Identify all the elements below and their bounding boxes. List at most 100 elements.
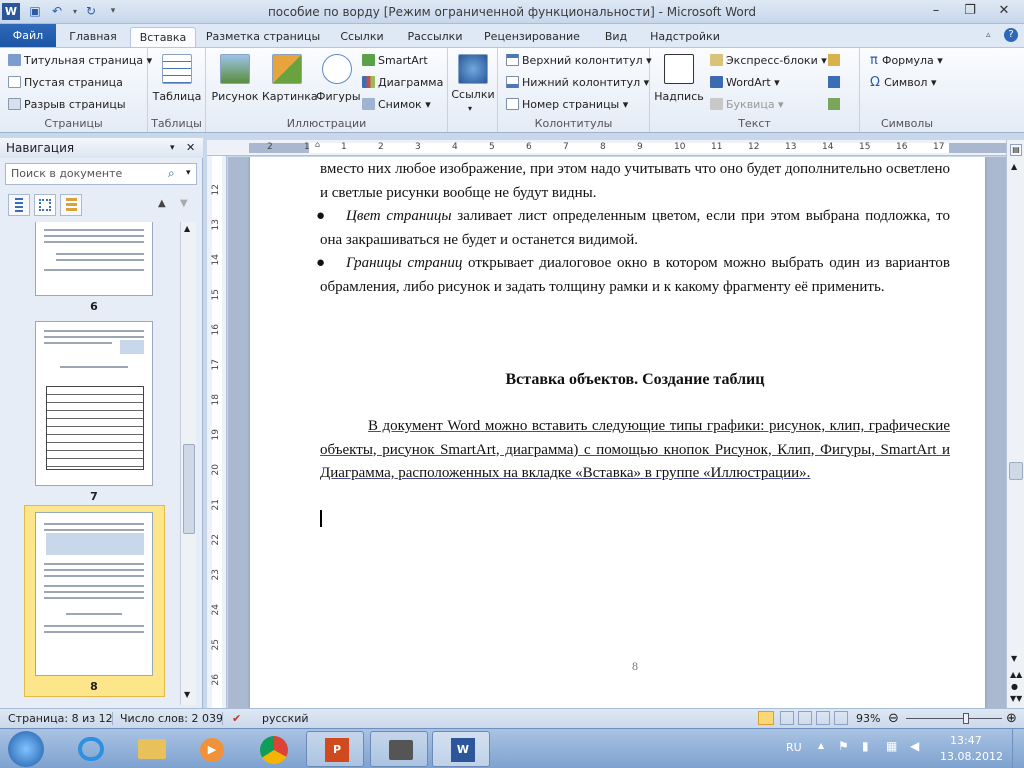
- help-icon[interactable]: ?: [1004, 28, 1018, 42]
- tray-network-icon[interactable]: ▦: [886, 739, 897, 753]
- page-thumbnail-selected[interactable]: 8: [24, 505, 165, 697]
- tab-insert[interactable]: Вставка: [130, 27, 196, 48]
- previous-page-icon[interactable]: ▲▲: [1010, 670, 1022, 679]
- nav-scrollbar[interactable]: ▲ ▼: [180, 222, 196, 705]
- proofing-icon[interactable]: ✔: [232, 709, 241, 728]
- taskbar-word[interactable]: W: [432, 731, 490, 767]
- table-button[interactable]: [162, 54, 192, 84]
- taskbar-chrome[interactable]: [244, 731, 302, 767]
- next-page-icon[interactable]: ▼▼: [1010, 694, 1022, 703]
- zoom-slider-track[interactable]: [906, 718, 1002, 719]
- smartart-button[interactable]: SmartArt: [362, 54, 428, 68]
- nav-menu-dropdown-icon[interactable]: ▾: [170, 138, 175, 158]
- tab-file[interactable]: Файл: [0, 24, 56, 47]
- search-dropdown-icon[interactable]: ▾: [186, 168, 191, 178]
- chart-button[interactable]: Диаграмма: [362, 76, 443, 90]
- tab-mailings[interactable]: Рассылки: [400, 27, 470, 48]
- links-button[interactable]: [458, 54, 488, 84]
- taskbar-explorer[interactable]: [122, 731, 180, 767]
- zoom-in-icon[interactable]: ⊕: [1006, 709, 1017, 728]
- zoom-out-icon[interactable]: ⊖: [888, 709, 899, 728]
- scroll-down-icon[interactable]: ▼: [184, 690, 190, 699]
- next-arrow-icon[interactable]: ▼: [180, 198, 188, 209]
- symbol-button[interactable]: Ω Символ ▾: [870, 76, 936, 90]
- picture-button[interactable]: [220, 54, 250, 84]
- blank-page-button[interactable]: Пустая страница: [8, 76, 123, 90]
- start-button[interactable]: [8, 731, 44, 767]
- browse-results-tab[interactable]: [60, 194, 82, 216]
- document-scrollbar[interactable]: ▤ ▲ ▼ ▲▲ ● ▼▼: [1006, 140, 1024, 708]
- shapes-button[interactable]: [322, 54, 352, 84]
- browse-object-icon[interactable]: ●: [1011, 682, 1018, 691]
- clock-time[interactable]: 13:47: [950, 734, 982, 747]
- screenshot-button[interactable]: Снимок ▾: [362, 98, 431, 112]
- clipart-button[interactable]: [272, 54, 302, 84]
- textbox-button[interactable]: [664, 54, 694, 84]
- scroll-up-icon[interactable]: ▲: [184, 224, 190, 233]
- outline-view-icon[interactable]: [816, 711, 830, 725]
- indent-marker-icon[interactable]: ⌂: [315, 140, 320, 149]
- tray-flag-icon[interactable]: ⚑: [838, 739, 849, 753]
- taskbar-app[interactable]: [370, 731, 428, 767]
- object-icon[interactable]: [828, 98, 840, 110]
- signature-line-icon[interactable]: [828, 54, 840, 66]
- tab-review[interactable]: Рецензирование: [476, 27, 588, 48]
- print-layout-view-icon[interactable]: [758, 711, 774, 725]
- tab-references[interactable]: Ссылки: [330, 27, 394, 48]
- input-language[interactable]: RU: [786, 741, 802, 754]
- zoom-slider-thumb[interactable]: [963, 713, 969, 724]
- footer-button[interactable]: Нижний колонтитул ▾: [506, 76, 649, 90]
- quick-parts-button[interactable]: Экспресс-блоки ▾: [710, 54, 827, 68]
- draft-view-icon[interactable]: [834, 711, 848, 725]
- language-indicator[interactable]: русский: [262, 709, 309, 728]
- web-layout-view-icon[interactable]: [798, 711, 812, 725]
- vertical-ruler[interactable]: 12 13 14 15 16 17 18 19 20 21 22 23 24 25 26: [207, 156, 227, 708]
- horizontal-ruler[interactable]: ⌂ 2 1 1 2 3 4 5 6 7 8 9 10 11 12 13 14 15 16 17: [207, 140, 1024, 156]
- nav-scroll-thumb[interactable]: [183, 444, 195, 534]
- browse-pages-tab[interactable]: [34, 194, 56, 216]
- page-counter[interactable]: Страница: 8 из 12: [8, 709, 113, 728]
- header-button[interactable]: Верхний колонтитул ▾: [506, 54, 652, 68]
- tray-volume-icon[interactable]: ◀: [910, 739, 919, 753]
- show-desktop-button[interactable]: [1012, 729, 1024, 768]
- page-thumbnail[interactable]: [35, 321, 153, 486]
- search-icon[interactable]: ⌕: [168, 166, 175, 181]
- minimize-ribbon-icon[interactable]: ▵: [986, 30, 991, 40]
- folder-icon: [138, 739, 166, 759]
- tray-power-icon[interactable]: ▮: [862, 739, 869, 753]
- date-time-icon[interactable]: [828, 76, 840, 88]
- taskbar-media-player[interactable]: ▶: [182, 731, 240, 767]
- tab-page-layout[interactable]: Разметка страницы: [204, 27, 322, 48]
- tab-view[interactable]: Вид: [594, 27, 638, 48]
- nav-close-icon[interactable]: ✕: [186, 138, 195, 158]
- page-thumbnail[interactable]: [35, 222, 153, 296]
- word-icon: W: [451, 738, 475, 762]
- links-icon: [458, 54, 488, 84]
- tray-expand-icon[interactable]: ▲: [818, 741, 824, 750]
- wordart-button[interactable]: WordArt ▾: [710, 76, 780, 90]
- minimize-button[interactable]: –: [922, 2, 950, 20]
- scroll-up-icon[interactable]: ▲: [1011, 162, 1017, 171]
- document-page[interactable]: вместо них любое изображение, при этом н…: [250, 157, 985, 708]
- ruler-toggle-icon[interactable]: ▤: [1010, 144, 1022, 156]
- page-break-button[interactable]: Разрыв страницы: [8, 98, 126, 112]
- browse-headings-tab[interactable]: [8, 194, 30, 216]
- word-count[interactable]: Число слов: 2 039: [120, 709, 223, 728]
- clock-date[interactable]: 13.08.2012: [940, 750, 1003, 763]
- dropcap-button[interactable]: Буквица ▾: [710, 98, 784, 112]
- zoom-level[interactable]: 93%: [856, 709, 880, 728]
- scroll-down-icon[interactable]: ▼: [1011, 654, 1017, 663]
- taskbar-ie[interactable]: [62, 731, 120, 767]
- full-screen-view-icon[interactable]: [780, 711, 794, 725]
- cover-page-button[interactable]: Титульная страница ▾: [8, 54, 152, 68]
- tab-home[interactable]: Главная: [62, 27, 124, 48]
- restore-button[interactable]: ❐: [956, 2, 984, 20]
- close-button[interactable]: ✕: [990, 2, 1018, 20]
- equation-button[interactable]: π Формула ▾: [870, 54, 943, 68]
- taskbar-powerpoint[interactable]: P: [306, 731, 364, 767]
- previous-arrow-icon[interactable]: ▲: [158, 198, 166, 209]
- links-dropdown-icon[interactable]: ▾: [468, 104, 472, 113]
- tab-addins[interactable]: Надстройки: [646, 27, 724, 48]
- document-scroll-thumb[interactable]: [1009, 462, 1023, 480]
- page-number-button[interactable]: Номер страницы ▾: [506, 98, 628, 112]
